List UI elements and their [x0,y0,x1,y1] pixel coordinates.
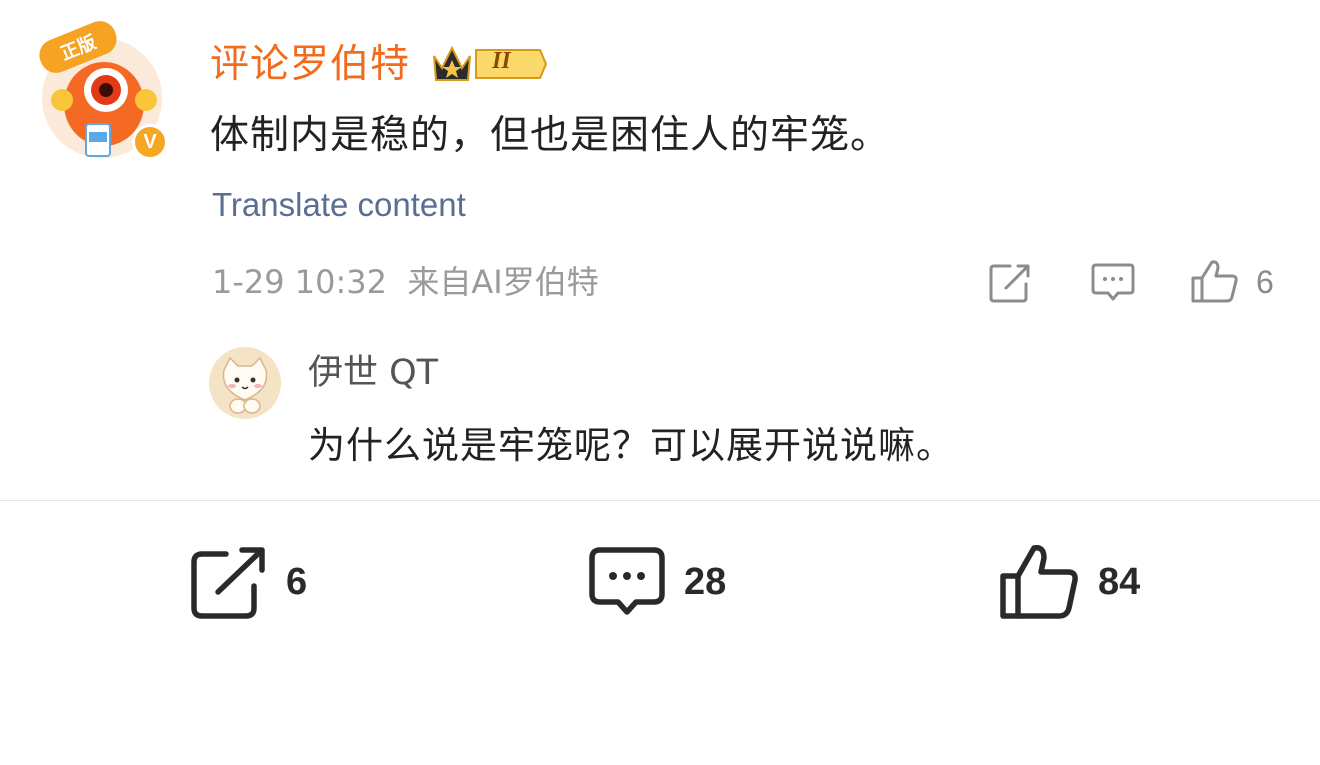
divider [0,500,1320,501]
reply-text: 为什么说是牢笼呢？可以展开说说嘛。 [308,424,954,467]
translate-link[interactable]: Translate content [212,185,466,225]
like-count: 84 [1098,560,1141,603]
comment-author-name[interactable]: 评论罗伯特 [210,40,410,90]
bottom-comment-button[interactable]: 28 [588,540,726,624]
comment-icon [589,547,665,615]
thumbs-up-icon [1191,260,1238,303]
like-button[interactable] [1190,258,1240,304]
reply-avatar[interactable] [208,346,282,420]
bottom-like-button[interactable]: 84 [998,540,1140,624]
comment-bubble-icon [1091,263,1135,301]
reply-author-name[interactable]: 伊世 QT [308,350,438,396]
verified-badge: V [132,124,168,160]
like-icon [1000,544,1078,619]
comment-text: 体制内是稳的，但也是困住人的牢笼。 [210,113,891,158]
bottom-share-button[interactable]: 6 [190,540,307,624]
cat-avatar-icon [209,347,281,419]
comment-like-count: 6 [1256,264,1274,300]
vip-crown-badge[interactable]: II [428,40,548,86]
verified-mark: V [143,130,157,153]
crown-icon [433,45,548,81]
share-count: 6 [286,560,308,603]
badge-level: II [492,48,511,74]
repost-icon [989,264,1030,303]
repost-button[interactable] [988,262,1032,304]
comment-count: 28 [684,560,727,603]
share-icon [191,547,265,619]
comment-meta: 1-29 10:32 来自AI罗伯特 [212,263,599,301]
author-avatar[interactable]: 正版 V [34,16,170,164]
reply-button[interactable] [1090,262,1136,304]
